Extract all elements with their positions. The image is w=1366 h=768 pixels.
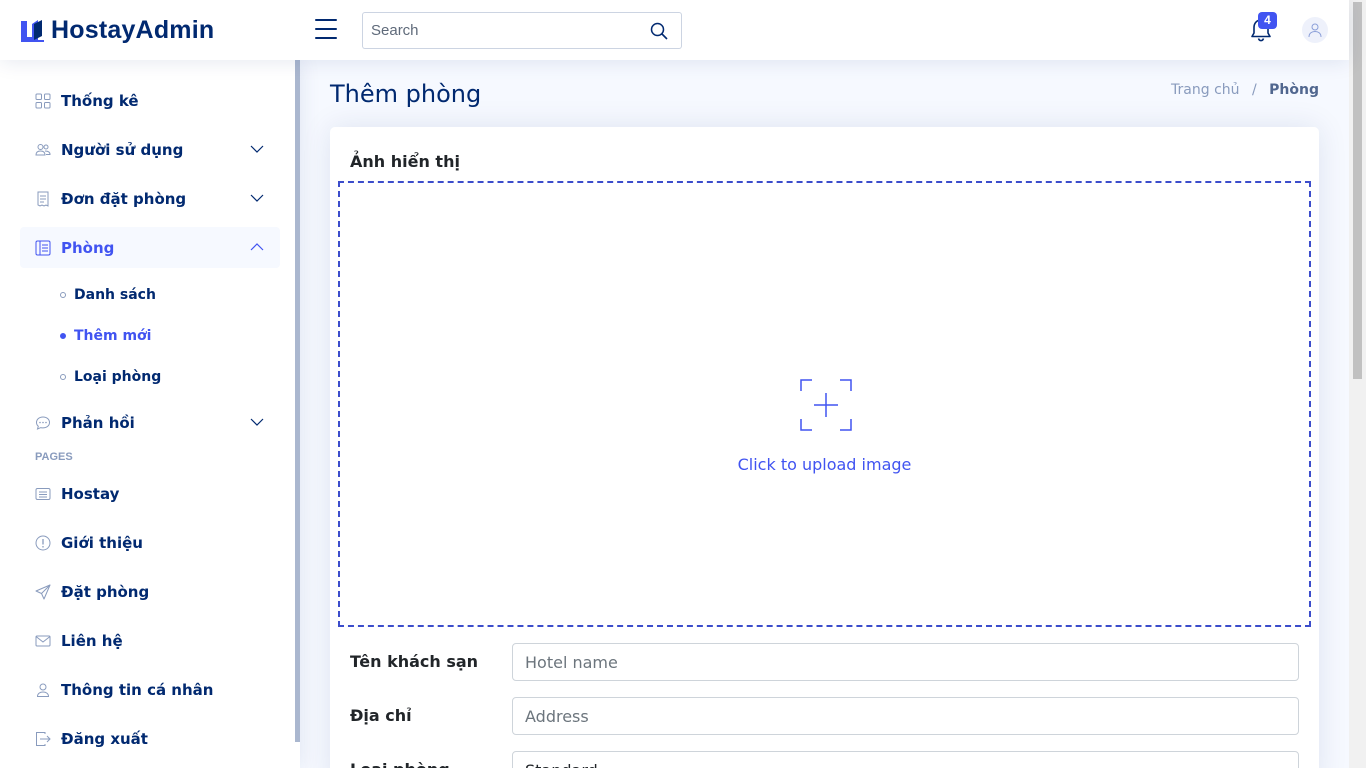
toggle-sidebar-button[interactable] [315,19,337,41]
scrollbar-thumb[interactable] [1353,2,1362,379]
page-title: Thêm phòng [330,80,482,108]
sidebar-item-users[interactable]: Người sử dụng [20,129,280,170]
breadcrumb-current: Phòng [1269,82,1319,98]
breadcrumb-separator: / [1251,82,1257,98]
circle-icon [60,291,66,298]
search-bar [362,12,682,49]
envelope-icon [35,635,51,646]
form-row-room-type: Loại phòng [350,751,1299,768]
chevron-down-icon [250,145,264,153]
sidebar-item-feedback[interactable]: Phản hồi [20,402,280,443]
image-upload-icon [800,379,852,431]
sidebar: Thống kê Người sử dụng Đơn đặt phòng Phò… [0,60,300,768]
circle-icon [60,373,66,380]
chevron-down-icon [250,418,264,426]
hotel-name-label: Tên khách sạn [350,652,479,671]
sidebar-item-hostay[interactable]: Hostay [20,473,280,514]
menu-line [315,37,337,39]
submenu-item-label: Danh sách [74,286,156,303]
page-scrollbar[interactable] [1349,0,1366,768]
room-form-card: Ảnh hiển thị Click to upload image Tên k… [330,127,1319,768]
people-icon [35,143,51,155]
menu-line [315,28,337,30]
sidebar-item-contact[interactable]: Liên hệ [20,620,280,661]
sidebar-item-label: Hostay [61,484,120,503]
room-type-input[interactable] [512,751,1299,768]
chevron-up-icon [250,243,264,251]
menu-line [315,19,337,21]
breadcrumb: Trang chủ / Phòng [1171,82,1319,98]
box-arrow-right-icon [36,731,51,746]
sidebar-item-label: Người sử dụng [61,140,184,159]
send-icon [35,584,51,599]
sidebar-item-bookings[interactable]: Đơn đặt phòng [20,178,280,219]
chevron-down-icon [250,194,264,202]
grid-icon [35,93,51,108]
logo[interactable]: HostayAdmin [20,16,214,44]
image-upload-dropzone[interactable]: Click to upload image [338,181,1311,627]
submenu-item-label: Loại phòng [74,368,162,385]
sidebar-item-label: Giới thiệu [61,533,143,552]
sidebar-item-label: Đặt phòng [61,582,150,601]
person-icon [36,683,50,697]
breadcrumb-home[interactable]: Trang chủ [1171,82,1239,98]
sidebar-item-label: Phòng [61,238,115,257]
sidebar-item-label: Liên hệ [61,631,123,650]
search-input[interactable] [363,13,643,48]
info-circle-icon [35,535,51,550]
logo-icon [21,19,44,42]
room-type-label: Loại phòng [350,760,450,768]
sidebar-item-rooms[interactable]: Phòng [20,227,280,268]
notification-badge: 4 [1258,12,1277,29]
avatar[interactable] [1302,17,1328,43]
submenu-item-room-types[interactable]: Loại phòng [60,356,280,397]
rooms-submenu: Danh sách Thêm mới Loại phòng [20,274,280,397]
receipt-icon [37,191,49,207]
top-header: HostayAdmin 4 [0,0,1349,60]
sidebar-item-profile[interactable]: Thông tin cá nhân [20,669,280,710]
upload-prompt-text: Click to upload image [737,455,912,474]
form-row-hotel-name: Tên khách sạn [350,643,1299,681]
logo-text: HostayAdmin [51,16,215,44]
circle-icon [60,332,66,339]
sidebar-item-logout[interactable]: Đăng xuất [20,718,280,759]
sidebar-item-about[interactable]: Giới thiệu [20,522,280,563]
sidebar-item-label: Thông tin cá nhân [61,680,214,699]
nav-heading-pages: PAGES [35,451,73,463]
search-icon[interactable] [649,21,669,41]
submenu-item-label: Thêm mới [74,327,152,344]
card-list-icon [35,487,51,500]
sidebar-item-label: Đăng xuất [61,729,148,748]
main-content: Thêm phòng Trang chủ / Phòng Ảnh hiển th… [330,60,1319,768]
sidebar-item-label: Thống kê [61,91,139,110]
hotel-name-input[interactable] [512,643,1299,681]
chat-icon [35,415,51,430]
address-label: Địa chỉ [350,706,412,725]
submenu-item-list[interactable]: Danh sách [60,274,280,315]
upload-label: Ảnh hiển thị [350,152,460,171]
address-input[interactable] [512,697,1299,735]
sidebar-item-label: Đơn đặt phòng [61,189,187,208]
form-row-address: Địa chỉ [350,697,1299,735]
layout-text-icon [35,240,51,255]
sidebar-item-booking[interactable]: Đặt phòng [20,571,280,612]
sidebar-item-label: Phản hồi [61,413,135,432]
user-icon [1308,23,1322,38]
submenu-item-add-new[interactable]: Thêm mới [60,315,280,356]
sidebar-item-dashboard[interactable]: Thống kê [20,80,280,121]
sidebar-scrollbar[interactable] [295,60,300,742]
